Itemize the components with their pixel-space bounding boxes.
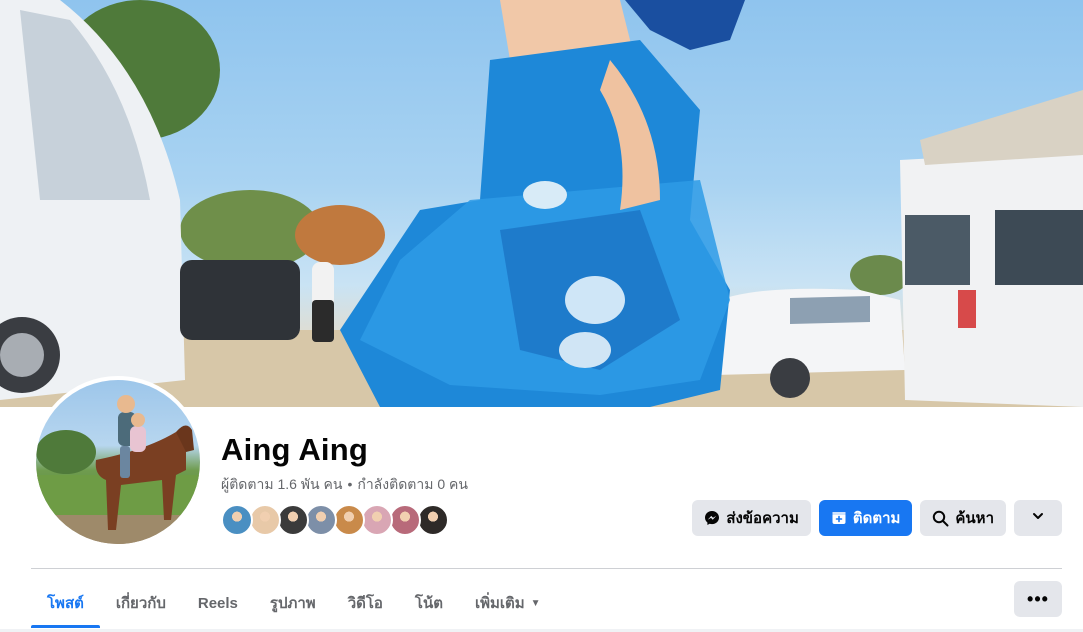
- friend-avatar[interactable]: [361, 504, 393, 536]
- friend-avatar[interactable]: [417, 504, 449, 536]
- tab-about[interactable]: เกี่ยวกับ: [100, 580, 182, 626]
- tab-label: Reels: [197, 594, 238, 612]
- profile-options-dropdown[interactable]: [1014, 500, 1062, 536]
- caret-down-icon: ▼: [530, 597, 541, 609]
- profile-page: Aing Aing ผู้ติดตาม 1.6 พัน คน • กำลังติดต…: [0, 0, 1083, 632]
- follow-stats: ผู้ติดตาม 1.6 พัน คน • กำลังติดตาม 0 คน: [221, 474, 468, 496]
- cover-photo[interactable]: [0, 0, 1083, 407]
- friend-avatar[interactable]: [389, 504, 421, 536]
- follow-button-label: ติดตาม: [852, 510, 901, 527]
- tab-reels[interactable]: Reels: [182, 580, 254, 626]
- profile-tabs: โพสต์ เกี่ยวกับ Reels รูปภาพ วิดีโอ โน้ต…: [31, 580, 557, 630]
- tab-label: โน้ต: [414, 595, 443, 612]
- tab-label: เกี่ยวกับ: [115, 595, 166, 612]
- friend-avatar[interactable]: [221, 504, 253, 536]
- avatar-image: [36, 395, 200, 544]
- friend-avatar[interactable]: [277, 504, 309, 536]
- tab-posts[interactable]: โพสต์: [31, 580, 100, 628]
- following-count[interactable]: กำลังติดตาม 0 คน: [357, 476, 468, 492]
- search-button-label: ค้นหา: [955, 510, 994, 527]
- tab-more[interactable]: เพิ่มเติม ▼: [459, 580, 557, 626]
- follow-icon: [831, 510, 847, 526]
- tab-photos[interactable]: รูปภาพ: [254, 580, 332, 626]
- tab-notes[interactable]: โน้ต: [399, 580, 459, 626]
- search-icon: [932, 510, 949, 527]
- tab-label: วิดีโอ: [347, 595, 383, 612]
- tab-label: โพสต์: [47, 595, 84, 612]
- friend-avatars: [221, 504, 449, 536]
- profile-actions: ส่งข้อความ ติดตาม ค้นหา: [692, 500, 1062, 536]
- messenger-icon: [704, 510, 720, 526]
- stats-separator: •: [347, 476, 353, 492]
- more-options-button[interactable]: •••: [1014, 581, 1062, 617]
- friend-avatar[interactable]: [333, 504, 365, 536]
- profile-picture[interactable]: [32, 376, 204, 548]
- chevron-down-icon: [1031, 509, 1045, 527]
- message-button-label: ส่งข้อความ: [726, 510, 799, 527]
- header-divider: [31, 568, 1062, 569]
- tab-label: รูปภาพ: [269, 595, 316, 612]
- followers-count[interactable]: ผู้ติดตาม 1.6 พัน คน: [221, 476, 342, 492]
- profile-name: Aing Aing: [221, 432, 369, 467]
- search-button[interactable]: ค้นหา: [920, 500, 1006, 536]
- avatar: [36, 380, 200, 544]
- cover-photo-image: [0, 0, 1083, 407]
- message-button[interactable]: ส่งข้อความ: [692, 500, 811, 536]
- tab-videos[interactable]: วิดีโอ: [332, 580, 399, 626]
- follow-button[interactable]: ติดตาม: [818, 500, 913, 536]
- friend-avatar[interactable]: [249, 504, 281, 536]
- friend-avatar[interactable]: [305, 504, 337, 536]
- tab-label: เพิ่มเติม: [474, 595, 525, 612]
